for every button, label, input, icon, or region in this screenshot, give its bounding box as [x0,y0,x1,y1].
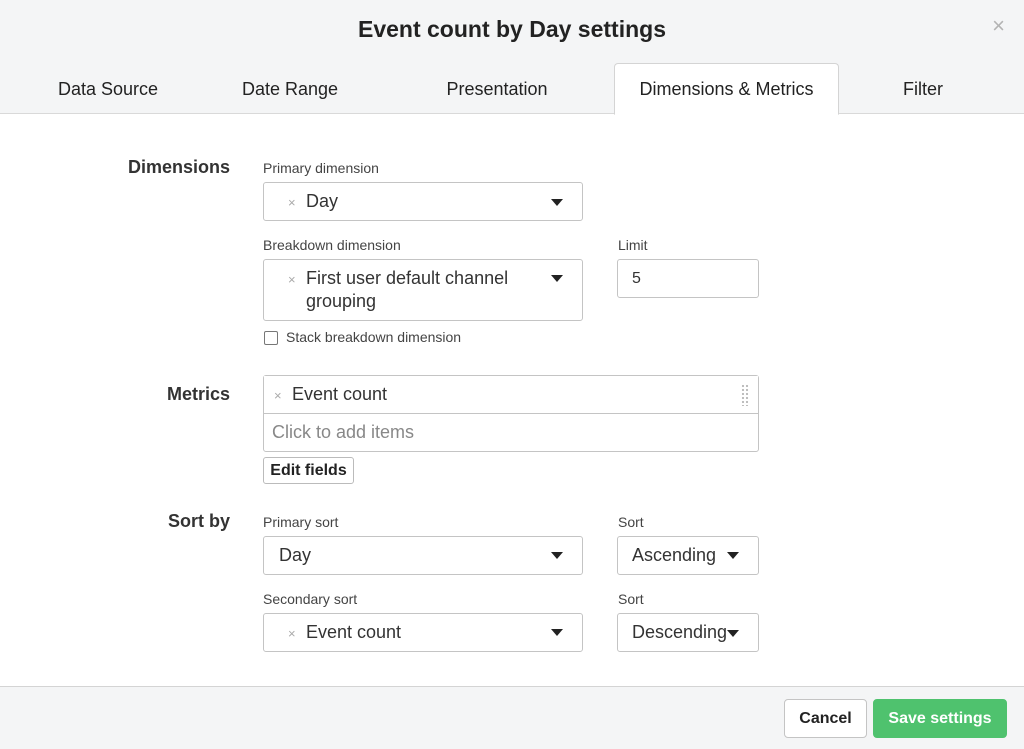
chevron-down-icon[interactable] [727,630,739,637]
metrics-list: × Event count Click to add items [263,375,759,452]
sort-section-label: Sort by [167,511,230,531]
tab-label: Data Source [57,78,159,99]
primary-dimension-label: Primary dimension [263,160,379,176]
dialog-footer: Cancel Save settings [0,686,1024,749]
metric-item-label: Event count [292,384,388,404]
remove-icon[interactable]: × [288,626,296,641]
secondary-sort-select[interactable]: × Event count [263,613,583,652]
tab-label: Dimensions & Metrics [639,78,814,99]
breakdown-dimension-value-line2: grouping [306,291,377,311]
close-icon[interactable]: × [992,15,1005,37]
secondary-sort-order-value: Descending [632,622,728,642]
chevron-down-icon[interactable] [551,275,563,282]
dimensions-section-label: Dimensions [127,157,230,177]
stack-breakdown-label: Stack breakdown dimension [286,329,462,345]
tab-dimensions-metrics[interactable]: Dimensions & Metrics [614,63,839,115]
primary-sort-select[interactable]: Day [263,536,583,575]
drag-handle-icon[interactable] [741,384,749,406]
tab-date-range[interactable]: Date Range [205,63,375,115]
primary-dimension-value: Day [306,191,339,211]
primary-sort-order-select[interactable]: Ascending [617,536,759,575]
dialog-header: Event count by Day settings × Data Sourc… [0,0,1024,115]
primary-sort-order-value: Ascending [632,545,717,565]
chevron-down-icon[interactable] [727,552,739,559]
cancel-button[interactable]: Cancel [784,699,867,738]
limit-input[interactable] [617,259,759,298]
chevron-down-icon[interactable] [551,552,563,559]
tab-label: Presentation [446,78,548,99]
chevron-down-icon[interactable] [551,629,563,636]
primary-dimension-select[interactable]: × Day [263,182,583,221]
limit-label: Limit [618,237,648,253]
breakdown-dimension-label: Breakdown dimension [263,237,401,253]
remove-icon[interactable]: × [274,388,282,403]
remove-icon[interactable]: × [288,195,296,210]
breakdown-dimension-value-line1: First user default channel [306,268,509,288]
tab-presentation[interactable]: Presentation [407,63,587,115]
secondary-sort-order-select[interactable]: Descending [617,613,759,652]
stack-breakdown-checkbox[interactable] [264,331,278,345]
chevron-down-icon[interactable] [551,199,563,206]
primary-sort-label: Primary sort [263,514,339,530]
secondary-sort-value: Event count [306,622,402,642]
breakdown-dimension-select[interactable]: × First user default channel grouping [263,259,583,321]
metric-item[interactable]: × Event count [264,376,758,414]
primary-sort-order-label: Sort [618,514,644,530]
secondary-sort-label: Secondary sort [263,591,358,607]
primary-sort-value: Day [279,545,312,565]
metrics-section-label: Metrics [166,384,230,404]
secondary-sort-order-label: Sort [618,591,644,607]
tab-filter[interactable]: Filter [850,63,996,115]
remove-icon[interactable]: × [288,272,296,287]
save-settings-button[interactable]: Save settings [873,699,1007,738]
tab-data-source[interactable]: Data Source [20,63,196,115]
add-items-input[interactable]: Click to add items [272,422,414,443]
tab-label: Filter [903,78,943,99]
edit-fields-button[interactable]: Edit fields [263,457,354,484]
dialog-title: Event count by Day settings [357,16,666,42]
tab-label: Date Range [241,78,339,99]
